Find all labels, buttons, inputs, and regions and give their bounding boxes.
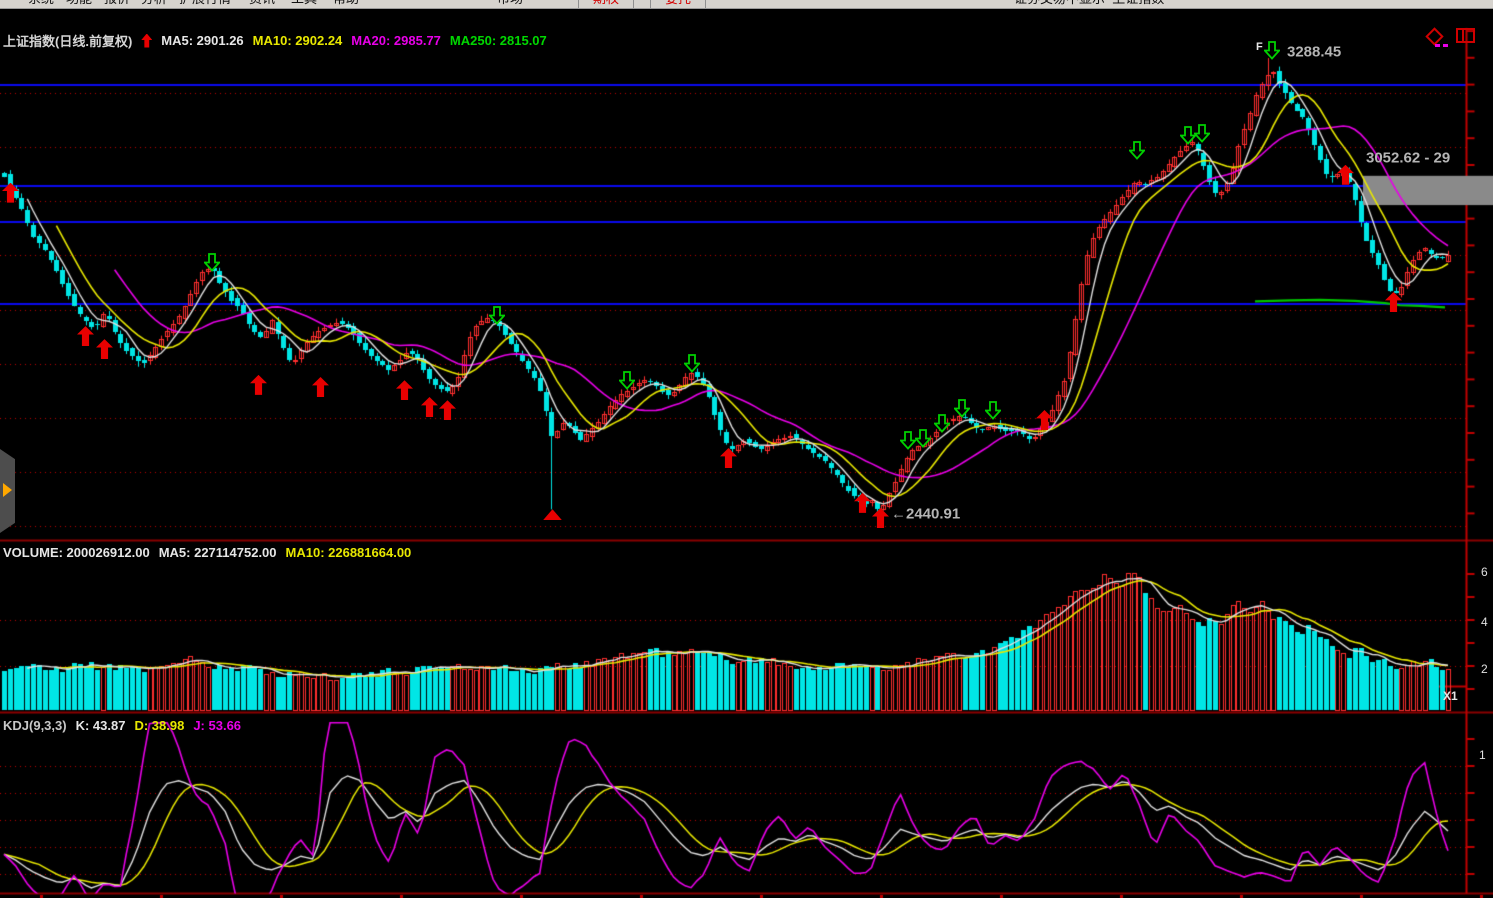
magenta-dash-icon	[1435, 44, 1440, 47]
sell-signal-arrow-icon	[619, 371, 635, 395]
sell-signal-arrow-icon	[1194, 124, 1210, 148]
ma5-value: MA5: 2901.26	[161, 33, 243, 48]
chart-annotation-0: 3288.45	[1287, 43, 1341, 60]
magenta-dash-icon	[1443, 44, 1448, 47]
ma10-value: MA10: 2902.24	[253, 33, 343, 48]
kdj-axis-label: 1	[1479, 748, 1486, 762]
sell-signal-arrow-icon	[900, 431, 916, 455]
sell-signal-arrow-icon	[985, 401, 1001, 425]
main-chart-header: 上证指数(日线.前复权) MA5: 2901.26 MA10: 2902.24 …	[3, 31, 547, 50]
side-panel-expand-tab[interactable]	[0, 449, 15, 533]
menu-item-2[interactable]: 报价	[104, 0, 130, 7]
sell-signal-arrow-icon	[954, 399, 970, 423]
chart-annotation-2: ←2440.91	[891, 505, 960, 522]
menu-item-3[interactable]: 分析	[141, 0, 167, 7]
sell-signal-arrow-icon	[934, 414, 950, 438]
volume-axis-label: 6	[1481, 565, 1488, 579]
menu-item-0[interactable]: 系统	[28, 0, 54, 7]
volume-ma10: MA10: 226881664.00	[286, 545, 412, 560]
menu-item-6[interactable]: 工具	[291, 0, 317, 7]
chart-annotation-3: F	[1256, 41, 1263, 53]
menu-item-1[interactable]: 功能	[66, 0, 92, 7]
chart-title: 上证指数(日线.前复权)	[3, 31, 132, 50]
volume-ma5: MA5: 227114752.00	[159, 545, 277, 560]
kdj-j: J: 53.66	[193, 718, 241, 733]
chart-annotation-1: 3052.62 - 29	[1366, 149, 1450, 166]
menu-item-8[interactable]: 市场	[497, 0, 523, 7]
split-window-icon[interactable]	[1456, 28, 1475, 43]
menu-bar: 证券交易不显示 上证指数 系统 功能 报价 分析 扩展行情 资讯 工具 帮助 市场 期权 委托	[0, 0, 1493, 9]
volume-axis-label: 4	[1481, 615, 1488, 629]
status-index-label: 证券交易不显示 上证指数	[1014, 0, 1164, 7]
sell-signal-arrow-icon	[204, 253, 220, 277]
stock-chart-canvas[interactable]	[0, 0, 1493, 898]
volume-value: VOLUME: 200026912.00	[3, 545, 150, 560]
ma20-value: MA20: 2985.77	[351, 33, 441, 48]
menu-item-4[interactable]: 扩展行情	[179, 0, 231, 7]
sell-signal-arrow-icon	[1264, 41, 1280, 65]
sell-signal-arrow-icon	[1129, 141, 1145, 165]
ma250-value: MA250: 2815.07	[450, 33, 547, 48]
sell-signal-arrow-icon	[915, 429, 931, 453]
sell-signal-arrow-icon	[684, 354, 700, 378]
volume-header: VOLUME: 200026912.00 MA5: 227114752.00 M…	[3, 545, 411, 560]
volume-axis-label: 2	[1481, 662, 1488, 676]
menu-hot-button-0[interactable]: 期权	[578, 0, 634, 9]
kdj-title: KDJ(9,3,3)	[3, 718, 67, 733]
kdj-k: K: 43.87	[76, 718, 126, 733]
menu-item-5[interactable]: 资讯	[249, 0, 275, 7]
split-window-pane	[1462, 30, 1464, 41]
menu-hot-button-1[interactable]: 委托	[650, 0, 706, 9]
kdj-header: KDJ(9,3,3) K: 43.87 D: 38.98 J: 53.66	[3, 718, 241, 733]
sell-signal-arrow-icon	[489, 306, 505, 330]
menu-item-7[interactable]: 帮助	[333, 0, 359, 7]
expand-panel-arrow-icon	[3, 483, 12, 497]
kdj-d: D: 38.98	[134, 718, 184, 733]
x-scale-badge[interactable]: X1	[1443, 689, 1458, 703]
up-arrow-icon	[141, 34, 152, 48]
